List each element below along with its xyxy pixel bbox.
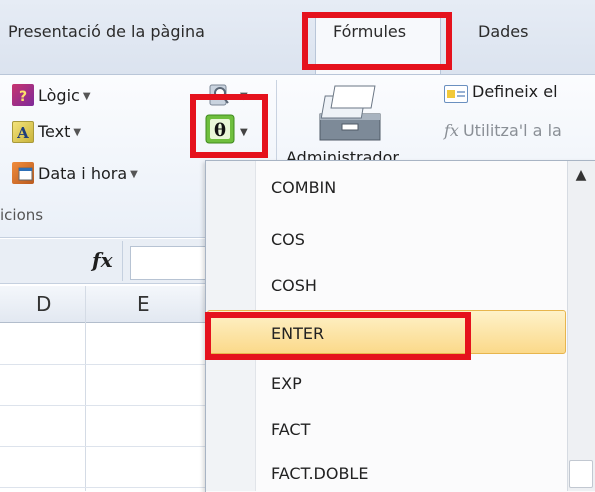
ribbon-group-label: icions bbox=[0, 206, 44, 224]
logic-label: Lògic bbox=[38, 86, 80, 105]
function-item-exp[interactable]: EXP bbox=[271, 374, 302, 393]
grid-row-divider bbox=[0, 446, 205, 447]
define-name-button[interactable]: Defineix el bbox=[444, 82, 558, 103]
grid-row-divider bbox=[0, 405, 205, 406]
grid-row-divider bbox=[0, 487, 205, 488]
fx-small-icon: fx bbox=[444, 121, 459, 140]
insert-function-button[interactable]: fx bbox=[92, 248, 113, 272]
logic-functions-button[interactable]: ? Lògic ▼ bbox=[12, 84, 91, 106]
function-item-combin[interactable]: COMBIN bbox=[271, 178, 336, 197]
chevron-down-icon: ▼ bbox=[73, 127, 82, 138]
fx-small-label: fx bbox=[444, 121, 459, 140]
name-manager-button[interactable] bbox=[310, 80, 402, 154]
calendar-book-icon bbox=[12, 162, 34, 184]
fx-icon: fx bbox=[92, 248, 113, 272]
tab-page-layout[interactable]: Presentació de la pàgina bbox=[8, 22, 205, 41]
text-label: Text bbox=[38, 122, 71, 141]
scrollbar-thumb[interactable] bbox=[569, 460, 593, 488]
logic-book-icon: ? bbox=[12, 84, 34, 106]
svg-text:A: A bbox=[16, 124, 29, 142]
math-trig-button-highlight bbox=[190, 94, 268, 158]
name-manager-label: Administrador bbox=[286, 148, 399, 160]
function-item-cosh[interactable]: COSH bbox=[271, 276, 317, 295]
function-item-cos[interactable]: COS bbox=[271, 230, 305, 249]
column-header-d[interactable]: D bbox=[36, 292, 51, 316]
column-header-bar bbox=[0, 286, 205, 323]
datetime-functions-button[interactable]: Data i hora ▼ bbox=[12, 162, 138, 184]
function-item-fact[interactable]: FACT bbox=[271, 420, 310, 439]
scroll-up-arrow-icon[interactable]: ▲ bbox=[569, 163, 593, 187]
use-in-formula-button[interactable]: fx Utilitza'l a la bbox=[444, 121, 562, 140]
tab-data[interactable]: Dades bbox=[478, 22, 528, 41]
text-functions-button[interactable]: A Text ▼ bbox=[12, 121, 81, 143]
define-name-label: Defineix el bbox=[472, 82, 558, 101]
datetime-label: Data i hora bbox=[38, 164, 128, 183]
tab-formulas-highlight bbox=[302, 12, 452, 70]
name-manager-icon bbox=[319, 85, 381, 141]
grid-row-divider bbox=[0, 364, 205, 365]
column-header-e[interactable]: E bbox=[137, 292, 150, 316]
grid-column-divider bbox=[85, 286, 86, 491]
svg-text:?: ? bbox=[19, 89, 27, 105]
chevron-down-icon: ▼ bbox=[130, 169, 138, 180]
formula-input[interactable] bbox=[130, 246, 206, 280]
function-item-fact-doble[interactable]: FACT.DOBLE bbox=[271, 464, 368, 483]
chevron-down-icon: ▼ bbox=[82, 91, 91, 102]
dropdown-scrollbar[interactable] bbox=[567, 161, 595, 491]
define-name-icon bbox=[444, 85, 468, 103]
use-in-formula-label: Utilitza'l a la bbox=[462, 121, 562, 140]
enter-item-highlight bbox=[205, 312, 471, 360]
text-book-icon: A bbox=[12, 121, 34, 143]
